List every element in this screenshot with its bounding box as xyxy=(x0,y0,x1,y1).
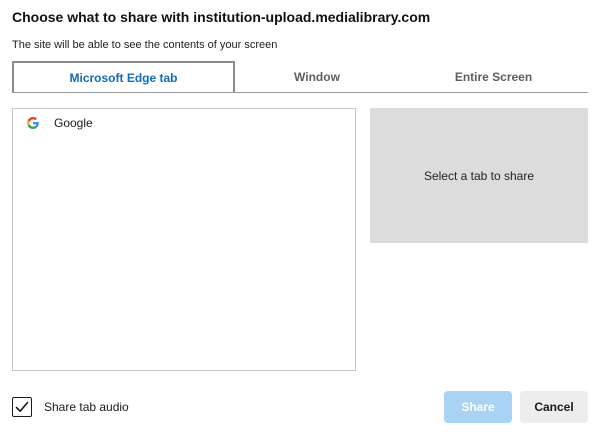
dialog-subtitle: The site will be able to see the content… xyxy=(12,39,278,51)
checkmark-icon xyxy=(15,401,29,412)
google-g-icon xyxy=(26,116,40,130)
preview-placeholder: Select a tab to share xyxy=(423,168,535,183)
tab-window[interactable]: Window xyxy=(235,61,399,92)
dialog-title: Choose what to share with institution-up… xyxy=(12,9,431,25)
share-audio-checkbox[interactable] xyxy=(12,397,32,417)
share-button[interactable]: Share xyxy=(444,391,512,423)
list-item[interactable]: Google xyxy=(13,109,355,137)
source-tabs: Microsoft Edge tab Window Entire Screen xyxy=(12,61,588,93)
share-audio-toggle[interactable]: Share tab audio xyxy=(12,397,129,417)
tab-list: Google xyxy=(12,108,356,371)
preview-pane: Select a tab to share xyxy=(370,108,588,243)
cancel-button[interactable]: Cancel xyxy=(520,391,588,423)
share-screen-dialog: Choose what to share with institution-up… xyxy=(0,0,601,436)
list-item-label: Google xyxy=(54,116,93,130)
share-audio-label: Share tab audio xyxy=(44,400,129,414)
tab-entire-screen[interactable]: Entire Screen xyxy=(399,61,588,92)
tab-microsoft-edge-tab[interactable]: Microsoft Edge tab xyxy=(12,61,235,92)
